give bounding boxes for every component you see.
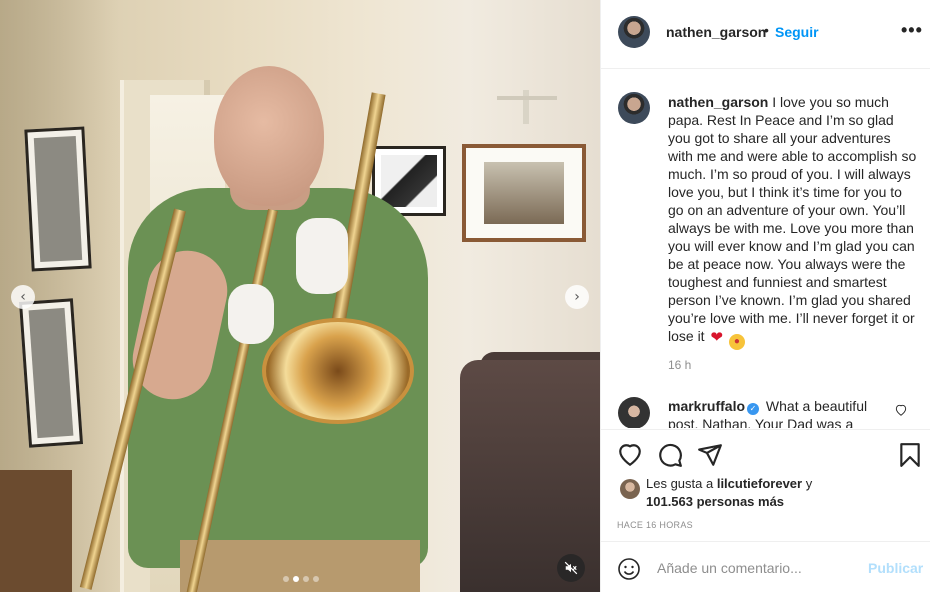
comment-like-heart-icon[interactable] bbox=[894, 403, 908, 417]
caption-avatar[interactable] bbox=[618, 92, 650, 124]
carousel-dot bbox=[313, 576, 319, 582]
comment-avatar[interactable] bbox=[618, 397, 650, 428]
likes-count[interactable]: 101.563 personas más bbox=[646, 494, 784, 509]
heart-emoji-icon: ❤ bbox=[710, 329, 724, 346]
paper-plane-icon[interactable] bbox=[697, 442, 723, 468]
publish-button[interactable]: Publicar bbox=[868, 560, 923, 576]
white-glove bbox=[296, 218, 348, 294]
comment-bubble-icon[interactable] bbox=[657, 442, 683, 468]
carousel-prev-button[interactable]: ‹ bbox=[11, 285, 35, 309]
wall-picture-frame bbox=[24, 126, 92, 272]
likes-summary: Les gusta a lilcutieforever y bbox=[646, 476, 812, 491]
carousel-indicator bbox=[283, 576, 319, 582]
wall-picture-frame bbox=[462, 144, 586, 242]
comment-text: markruffalo ✓ What a beautiful post, Nath… bbox=[668, 397, 894, 428]
more-options-icon[interactable]: ••• bbox=[901, 20, 923, 41]
post-timestamp[interactable]: HACE 16 HORAS bbox=[617, 520, 693, 530]
heart-outline-icon[interactable] bbox=[617, 442, 643, 468]
ceiling-lamp bbox=[497, 90, 557, 126]
speaker-muted-icon bbox=[564, 561, 578, 575]
post-media[interactable]: ‹ › bbox=[0, 0, 600, 592]
likes-prefix: Les gusta a bbox=[646, 476, 717, 491]
follow-button[interactable]: Seguir bbox=[775, 24, 819, 40]
author-avatar[interactable] bbox=[618, 16, 650, 48]
post-header: nathen_garson • Seguir ••• bbox=[601, 0, 930, 69]
carousel-dot bbox=[303, 576, 309, 582]
caption-timestamp[interactable]: 16 h bbox=[668, 358, 691, 372]
bookmark-icon[interactable] bbox=[897, 442, 923, 468]
comments-list[interactable]: nathen_garson I love you so much papa. R… bbox=[601, 70, 930, 428]
carousel-dot bbox=[283, 576, 289, 582]
comment-input[interactable] bbox=[657, 556, 857, 580]
chevron-right-icon: › bbox=[574, 289, 580, 305]
comment-username[interactable]: markruffalo bbox=[668, 398, 745, 414]
caption-text: nathen_garson I love you so much papa. R… bbox=[668, 93, 918, 350]
caption-username[interactable]: nathen_garson bbox=[668, 94, 768, 110]
mute-button[interactable] bbox=[557, 554, 585, 582]
white-glove bbox=[228, 284, 274, 344]
post-sidebar: nathen_garson • Seguir ••• nathen_garson… bbox=[600, 0, 930, 592]
author-username[interactable]: nathen_garson bbox=[666, 24, 766, 40]
add-comment-bar: Publicar bbox=[601, 541, 930, 592]
likes-suffix: y bbox=[802, 476, 813, 491]
wall-picture-frame bbox=[18, 298, 84, 448]
person-pants bbox=[180, 540, 420, 592]
carousel-dot bbox=[293, 576, 299, 582]
header-separator: • bbox=[764, 22, 769, 38]
wooden-shelf bbox=[0, 470, 72, 592]
smiley-icon[interactable] bbox=[617, 557, 641, 581]
carousel-next-button[interactable]: › bbox=[565, 285, 589, 309]
verified-badge-icon: ✓ bbox=[747, 403, 760, 415]
person-head bbox=[214, 66, 324, 206]
kiss-emoji-icon: ● bbox=[728, 334, 745, 350]
caption-body: I love you so much papa. Rest In Peace a… bbox=[668, 94, 917, 344]
chevron-left-icon: ‹ bbox=[20, 289, 26, 305]
trombone-bell bbox=[262, 318, 414, 424]
liker-username[interactable]: lilcutieforever bbox=[717, 476, 802, 491]
liker-avatar[interactable] bbox=[620, 479, 640, 499]
